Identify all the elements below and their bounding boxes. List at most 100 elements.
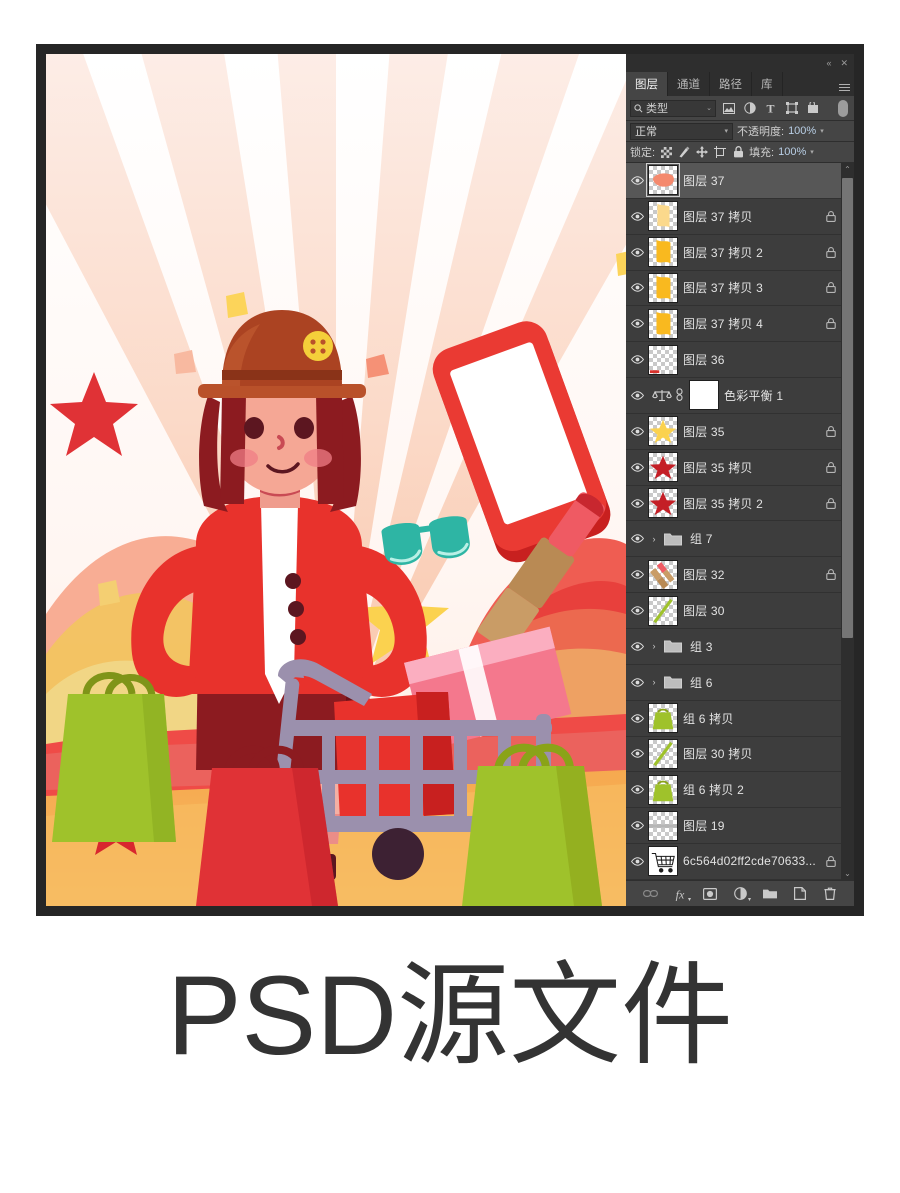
pixel-filter-icon[interactable] [720, 100, 737, 117]
layer-row[interactable]: 图层 37 拷贝 [626, 198, 841, 235]
panel-menu-icon[interactable] [834, 72, 854, 96]
layer-visibility-eye-icon[interactable] [626, 642, 648, 651]
lock-transparent-icon[interactable] [659, 145, 673, 159]
fill-value[interactable]: 100% [778, 146, 806, 158]
layer-visibility-eye-icon[interactable] [626, 462, 648, 472]
lock-image-icon[interactable] [677, 145, 691, 159]
layer-thumbnail[interactable] [648, 774, 678, 805]
layer-style-fx-icon[interactable]: fx ▾ [672, 886, 691, 903]
layer-row[interactable]: 图层 30 拷贝 [626, 736, 841, 773]
lock-position-icon[interactable] [695, 145, 709, 159]
document-canvas[interactable] [46, 54, 626, 906]
link-layers-icon[interactable] [642, 886, 658, 902]
filter-kind-select[interactable]: 类型 ⌄ [630, 99, 716, 117]
layer-visibility-eye-icon[interactable] [626, 319, 648, 328]
layer-thumbnail[interactable] [648, 488, 678, 519]
layer-visibility-eye-icon[interactable] [626, 498, 648, 508]
layer-mask-icon[interactable] [702, 886, 718, 902]
layer-row[interactable]: 图层 37 [626, 163, 841, 199]
layer-row[interactable]: 6c564d02ff2cde70633... [626, 844, 841, 880]
lock-artboard-icon[interactable] [713, 145, 727, 159]
layer-row[interactable]: 图层 37 拷贝 4 [626, 306, 841, 343]
layer-name[interactable]: 组 3 [690, 638, 823, 655]
layer-row[interactable]: 图层 37 拷贝 3 [626, 270, 841, 307]
new-group-icon[interactable] [762, 886, 778, 902]
layer-thumbnail[interactable] [648, 452, 678, 483]
layer-thumbnail[interactable] [648, 738, 678, 769]
group-expand-chevron-icon[interactable]: › [648, 677, 660, 687]
smart-object-filter-icon[interactable] [804, 100, 821, 117]
layers-scrollbar[interactable]: ⌃ ⌄ [841, 163, 854, 880]
layer-row[interactable]: 图层 35 拷贝 2 [626, 485, 841, 522]
layer-name[interactable]: 图层 35 拷贝 2 [683, 495, 823, 512]
layer-visibility-eye-icon[interactable] [626, 391, 648, 400]
opacity-chevron-icon[interactable]: ▾ [820, 127, 824, 135]
fill-chevron-icon[interactable]: ▾ [810, 148, 814, 156]
layer-row[interactable]: 图层 35 [626, 413, 841, 450]
layer-row[interactable]: 组 6 拷贝 [626, 700, 841, 737]
layer-name[interactable]: 组 6 拷贝 [683, 710, 823, 727]
layer-name[interactable]: 图层 19 [683, 817, 823, 834]
layer-name[interactable]: 图层 30 拷贝 [683, 745, 823, 762]
layer-row[interactable]: 组 6 拷贝 2 [626, 772, 841, 809]
layer-visibility-eye-icon[interactable] [626, 857, 648, 866]
layer-name[interactable]: 图层 37 拷贝 [683, 208, 823, 225]
layer-name[interactable]: 组 6 拷贝 2 [683, 781, 823, 798]
layer-thumbnail[interactable] [648, 810, 678, 841]
delete-layer-icon[interactable] [822, 886, 838, 902]
color-balance-adjustment-icon[interactable] [652, 387, 684, 403]
type-filter-icon[interactable]: T [762, 100, 779, 117]
layer-thumbnail[interactable] [648, 344, 678, 375]
layer-thumbnail[interactable] [648, 846, 678, 877]
layer-name[interactable]: 组 6 [690, 674, 823, 691]
tab-channels[interactable]: 通道 [668, 72, 710, 96]
layer-name[interactable]: 图层 30 [683, 602, 823, 619]
layer-thumbnail[interactable] [648, 595, 678, 626]
layer-name[interactable]: 图层 37 [683, 172, 823, 189]
layer-name[interactable]: 图层 32 [683, 566, 823, 583]
layer-row[interactable]: 图层 30 [626, 593, 841, 629]
scroll-down-arrow-icon[interactable]: ⌄ [841, 867, 854, 880]
layer-name[interactable]: 6c564d02ff2cde70633... [683, 854, 823, 868]
layer-name[interactable]: 图层 36 [683, 351, 823, 368]
adjustment-layer-icon[interactable]: ▾ [732, 886, 751, 903]
layer-name[interactable]: 图层 37 拷贝 4 [683, 315, 823, 332]
layer-row[interactable]: 图层 37 拷贝 2 [626, 234, 841, 271]
shape-filter-icon[interactable] [783, 100, 800, 117]
layer-visibility-eye-icon[interactable] [626, 283, 648, 293]
new-layer-icon[interactable] [792, 886, 808, 902]
layer-row[interactable]: 色彩平衡 1 [626, 378, 841, 414]
layer-row[interactable]: › 组 3 [626, 628, 841, 665]
layer-thumbnail[interactable] [648, 308, 678, 339]
adjustment-filter-icon[interactable] [741, 100, 758, 117]
tab-paths[interactable]: 路径 [710, 72, 752, 96]
filter-enable-toggle[interactable] [838, 99, 848, 117]
tab-layers[interactable]: 图层 [626, 72, 668, 96]
lock-all-icon[interactable] [731, 145, 745, 159]
layer-visibility-eye-icon[interactable] [626, 713, 648, 723]
layer-visibility-eye-icon[interactable] [626, 570, 648, 579]
layer-mask-thumbnail[interactable] [689, 380, 719, 411]
layer-name[interactable]: 色彩平衡 1 [724, 387, 823, 404]
layer-visibility-eye-icon[interactable] [626, 785, 648, 794]
layer-thumbnail[interactable] [648, 416, 678, 447]
layer-visibility-eye-icon[interactable] [626, 749, 648, 759]
layer-visibility-eye-icon[interactable] [626, 534, 648, 544]
layer-name[interactable]: 组 7 [690, 530, 823, 547]
scroll-track[interactable] [842, 176, 853, 867]
layer-visibility-eye-icon[interactable] [626, 678, 648, 687]
layer-row[interactable]: 图层 35 拷贝 [626, 449, 841, 486]
layer-row[interactable]: 图层 32 [626, 557, 841, 594]
group-expand-chevron-icon[interactable]: › [648, 534, 660, 544]
layer-thumbnail[interactable] [648, 237, 678, 268]
layers-list[interactable]: 图层 37 图层 37 拷贝 图层 37 拷贝 2 图层 37 拷贝 3 图层 37 拷… [626, 163, 841, 880]
layer-visibility-eye-icon[interactable] [626, 821, 648, 830]
layer-row[interactable]: 图层 19 [626, 808, 841, 845]
scroll-up-arrow-icon[interactable]: ⌃ [841, 163, 854, 176]
layer-visibility-eye-icon[interactable] [626, 606, 648, 615]
layer-name[interactable]: 图层 35 [683, 423, 823, 440]
group-expand-chevron-icon[interactable]: › [648, 641, 660, 651]
blend-mode-select[interactable]: 正常 ▾ [630, 122, 733, 140]
layer-name[interactable]: 图层 37 拷贝 2 [683, 244, 823, 261]
layer-row[interactable]: 图层 36 [626, 342, 841, 379]
